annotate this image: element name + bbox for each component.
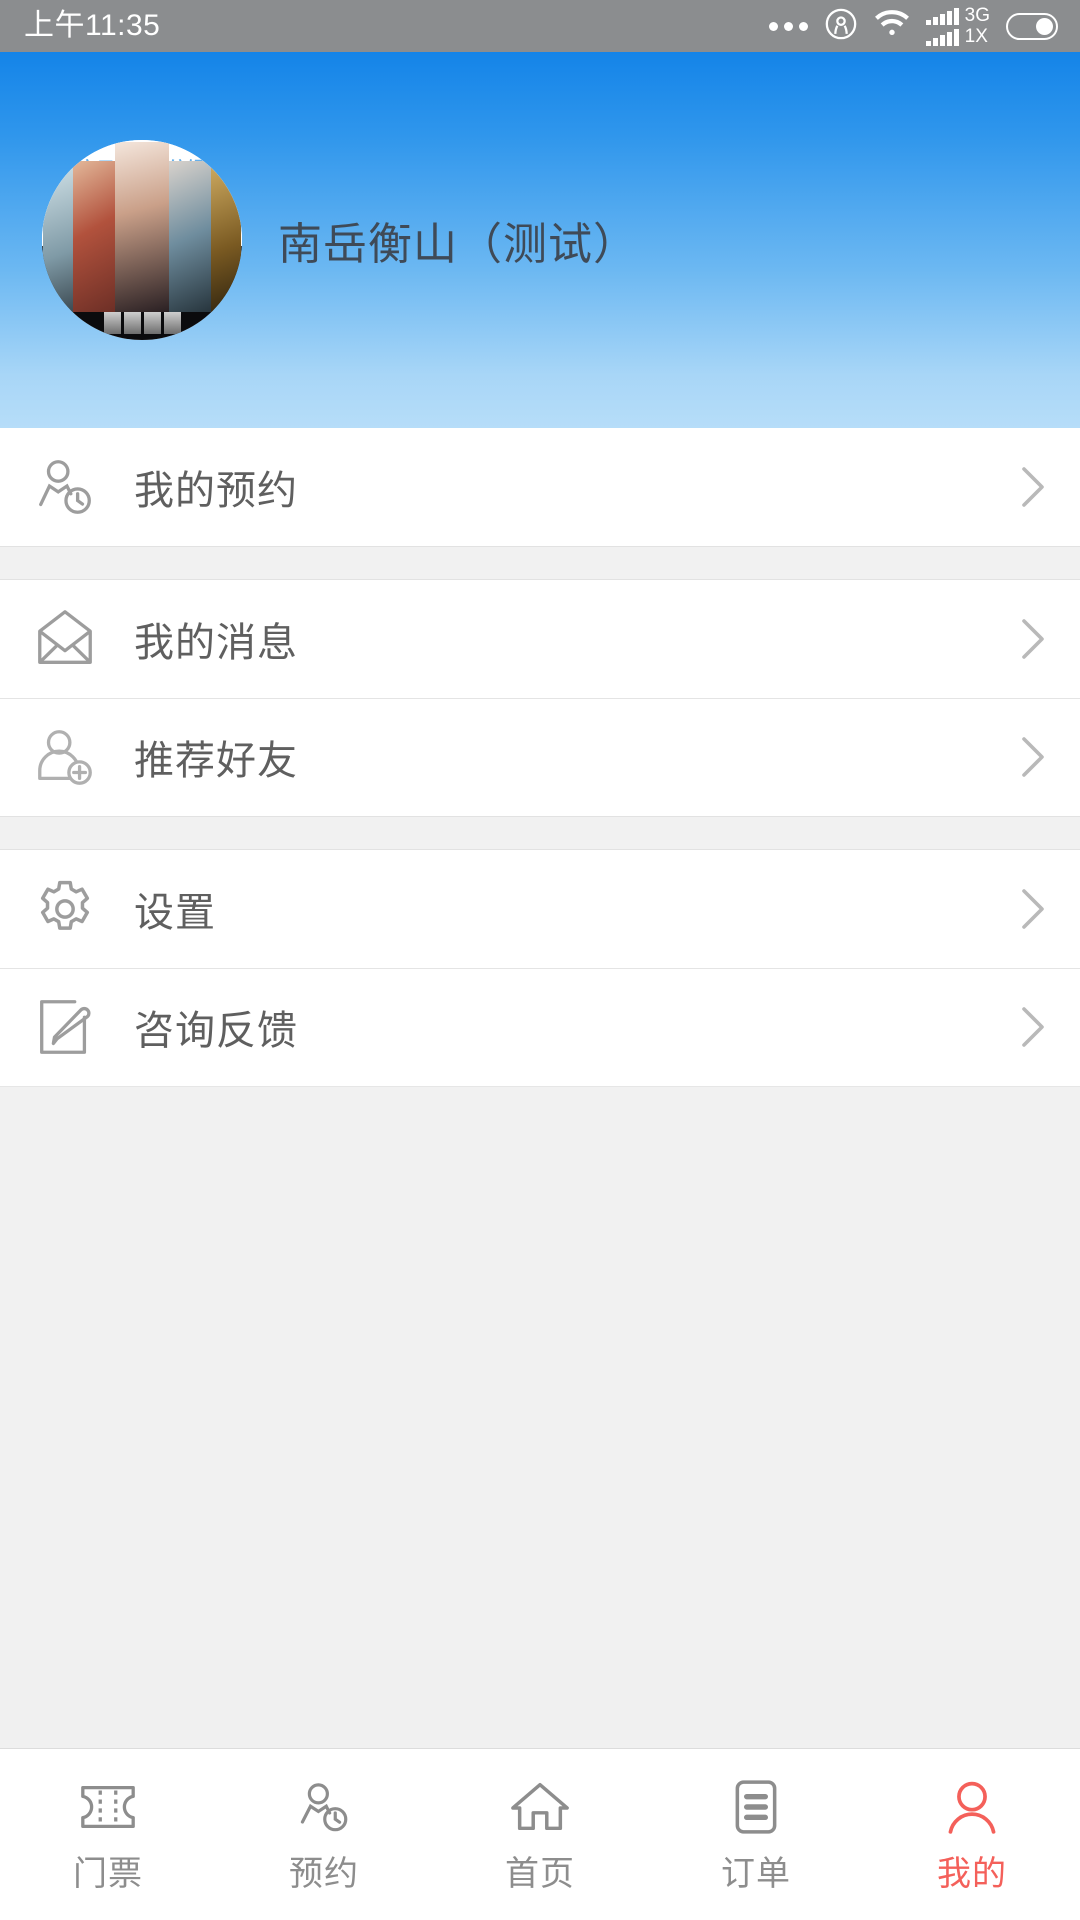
edit-pencil-icon — [30, 992, 100, 1062]
order-list-icon — [727, 1774, 785, 1836]
menu-item-label: 我的预约 — [134, 469, 298, 513]
profile-username: 南岳衡山（测试） — [278, 220, 638, 269]
group-separator — [0, 816, 1080, 850]
menu-item-label: 设置 — [134, 891, 216, 935]
tab-label: 订单 — [721, 1855, 791, 1893]
settings-list: 我的预约 我的消息 推荐好友 设置 咨询反馈 — [0, 428, 1080, 1650]
menu-group-2: 我的消息 推荐好友 — [0, 580, 1080, 816]
person-clock-icon — [30, 452, 100, 522]
chevron-right-icon — [1012, 461, 1052, 513]
chevron-right-icon — [1012, 1001, 1052, 1053]
avatar[interactable]: 实用的图片编辑 ✨ 特效 ✎ 画笔 ▦ 马赛克 ⛶ 裁剪 — [42, 140, 242, 340]
menu-item-label: 我的消息 — [134, 621, 298, 665]
chevron-right-icon — [1012, 731, 1052, 783]
home-icon — [509, 1774, 571, 1836]
menu-item-label: 咨询反馈 — [134, 1009, 298, 1053]
network-1x-label: 1X — [964, 26, 988, 47]
status-bar-icons: 3G 1X — [768, 6, 1058, 46]
menu-item-label: 推荐好友 — [134, 739, 298, 783]
tab-orders[interactable]: 订单 — [648, 1749, 864, 1920]
profile-header: 实用的图片编辑 ✨ 特效 ✎ 画笔 ▦ 马赛克 ⛶ 裁剪 — [0, 52, 1080, 428]
menu-item-my-messages[interactable]: 我的消息 — [0, 580, 1080, 698]
menu-group-3: 设置 咨询反馈 — [0, 850, 1080, 1086]
tab-mine[interactable]: 我的 — [864, 1749, 1080, 1920]
menu-item-settings[interactable]: 设置 — [0, 850, 1080, 968]
chevron-right-icon — [1012, 883, 1052, 935]
signal-bars-icon: 3G 1X — [925, 6, 990, 46]
envelope-icon — [30, 604, 100, 674]
bottom-tab-bar: 门票 预约 首页 订单 我的 — [0, 1748, 1080, 1920]
battery-icon — [1006, 12, 1058, 40]
tab-label: 首页 — [505, 1855, 575, 1893]
person-add-icon — [30, 722, 100, 792]
menu-group-1: 我的预约 — [0, 428, 1080, 546]
wifi-icon — [874, 9, 910, 43]
avatar-thumbnail-row — [42, 312, 242, 334]
gear-icon — [30, 874, 100, 944]
network-type-labels: 3G 1X — [965, 6, 990, 46]
tab-label: 预约 — [289, 1855, 359, 1893]
menu-item-my-appointments[interactable]: 我的预约 — [0, 428, 1080, 546]
status-bar-time: 上午11:35 — [24, 9, 161, 42]
tab-label: 门票 — [73, 1855, 143, 1893]
empty-area — [0, 1086, 1080, 1650]
tab-appointments[interactable]: 预约 — [216, 1749, 432, 1920]
chevron-right-icon — [1012, 613, 1052, 665]
menu-item-consult-feedback[interactable]: 咨询反馈 — [0, 968, 1080, 1086]
menu-item-recommend-friends[interactable]: 推荐好友 — [0, 698, 1080, 816]
network-3g-label: 3G — [964, 5, 990, 26]
status-bar: 上午11:35 3G 1X — [0, 0, 1080, 52]
avatar-photo-carousel — [42, 142, 242, 312]
app-screen: 上午11:35 3G 1X 南岳衡山（测试） 我的预约 我的消息 推荐好友 设置… — [0, 0, 1080, 1920]
tab-tickets[interactable]: 门票 — [0, 1749, 216, 1920]
tab-label: 我的 — [937, 1855, 1007, 1893]
broadcast-icon — [824, 7, 858, 46]
tab-home[interactable]: 首页 — [432, 1749, 648, 1920]
group-separator — [0, 546, 1080, 580]
person-icon — [943, 1774, 1001, 1836]
person-clock-icon — [294, 1774, 354, 1836]
more-dots-icon — [768, 21, 808, 31]
ticket-icon — [77, 1774, 139, 1836]
